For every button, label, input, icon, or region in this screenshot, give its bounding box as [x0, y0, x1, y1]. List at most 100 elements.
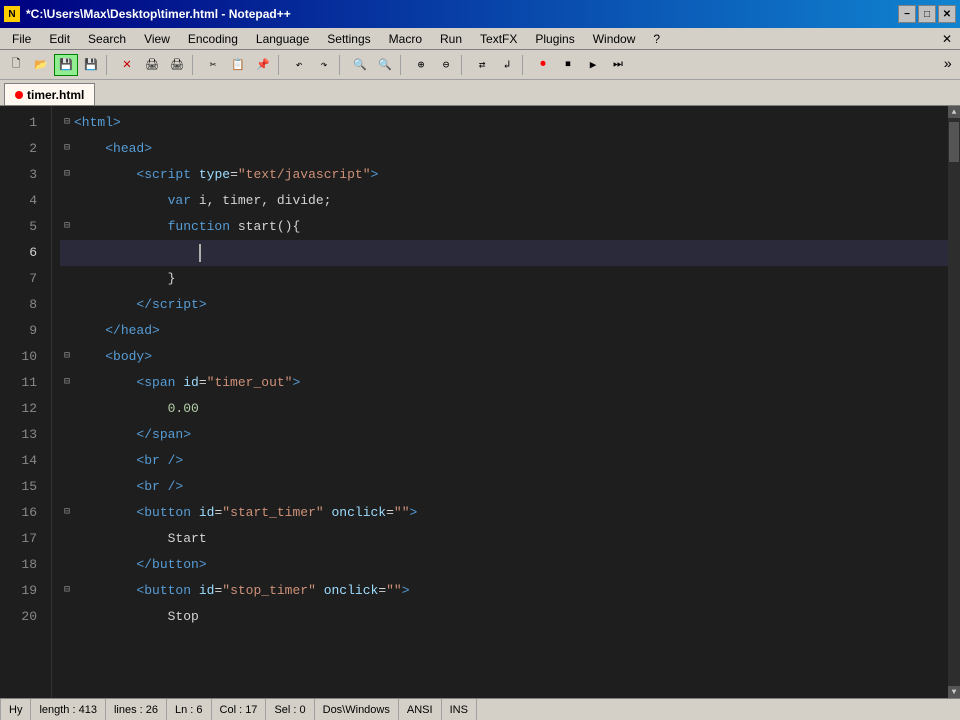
- menu-close-btn[interactable]: ✕: [942, 32, 956, 46]
- title-bar: N *C:\Users\Max\Desktop\timer.html - Not…: [0, 0, 960, 28]
- line-num-17: 17: [0, 526, 43, 552]
- code-line-18: </button>: [60, 552, 948, 578]
- toolbar-find[interactable]: 🔍: [348, 54, 372, 76]
- menu-edit[interactable]: Edit: [41, 30, 78, 48]
- toolbar: 🗋 📂 💾 💾 ✕ 🖨 🖨 ✂ 📋 📌 ↶ ↷ 🔍 🔍 ⊕ ⊖ ⇄ ↲ ⏺ ⏹ …: [0, 50, 960, 80]
- toolbar-sync-scroll[interactable]: ⇄: [470, 54, 494, 76]
- code-line-15: <br />: [60, 474, 948, 500]
- tab-timer-html[interactable]: timer.html: [4, 83, 95, 105]
- code-line-13: </span>: [60, 422, 948, 448]
- fold-10: ⊟: [60, 344, 74, 370]
- title-bar-controls: − □ ✕: [898, 5, 956, 23]
- line-num-14: 14: [0, 448, 43, 474]
- menu-macro[interactable]: Macro: [381, 30, 430, 48]
- line-num-15: 15: [0, 474, 43, 500]
- menu-language[interactable]: Language: [248, 30, 317, 48]
- code-line-19: ⊟ <button id="stop_timer" onclick="">: [60, 578, 948, 604]
- toolbar-close[interactable]: ✕: [115, 54, 139, 76]
- title-text: *C:\Users\Max\Desktop\timer.html - Notep…: [26, 7, 291, 21]
- code-line-11: ⊟ <span id="timer_out">: [60, 370, 948, 396]
- code-line-8: </script>: [60, 292, 948, 318]
- text-cursor: [199, 244, 201, 262]
- minimize-button[interactable]: −: [898, 5, 916, 23]
- line-num-5: 5: [0, 214, 43, 240]
- status-mode: INS: [442, 699, 477, 720]
- code-line-3: ⊟ <script type="text/javascript">: [60, 162, 948, 188]
- menu-settings[interactable]: Settings: [319, 30, 378, 48]
- toolbar-line-wrap[interactable]: ↲: [495, 54, 519, 76]
- menu-file[interactable]: File: [4, 30, 39, 48]
- scrollbar[interactable]: ▲ ▼: [948, 106, 960, 698]
- tab-label: timer.html: [27, 88, 84, 102]
- editor[interactable]: 1 2 3 4 5 6 7 8 9 10 11 12 13 14 15 16 1…: [0, 106, 960, 698]
- app-icon: N: [4, 6, 20, 22]
- line-num-4: 4: [0, 188, 43, 214]
- toolbar-copy[interactable]: 📋: [226, 54, 250, 76]
- fold-5: ⊟: [60, 214, 74, 240]
- code-line-6: [60, 240, 948, 266]
- toolbar-open[interactable]: 📂: [29, 54, 53, 76]
- toolbar-new[interactable]: 🗋: [4, 54, 28, 76]
- toolbar-find-replace[interactable]: 🔍: [373, 54, 397, 76]
- line-num-6: 6: [0, 240, 43, 266]
- toolbar-record-save[interactable]: ⏭: [606, 54, 630, 76]
- toolbar-undo[interactable]: ↶: [287, 54, 311, 76]
- menu-plugins[interactable]: Plugins: [527, 30, 582, 48]
- menu-window[interactable]: Window: [585, 30, 644, 48]
- toolbar-sep6: [461, 55, 467, 75]
- fold-14: [60, 448, 74, 474]
- menu-search[interactable]: Search: [80, 30, 134, 48]
- toolbar-save-all[interactable]: 💾: [79, 54, 103, 76]
- toolbar-save[interactable]: 💾: [54, 54, 78, 76]
- code-line-12: 0.00: [60, 396, 948, 422]
- code-area[interactable]: ⊟ <html> ⊟ <head> ⊟ <script type="text/j…: [52, 106, 948, 698]
- status-ln: Ln : 6: [167, 699, 212, 720]
- line-num-10: 10: [0, 344, 43, 370]
- toolbar-sep7: [522, 55, 528, 75]
- line-num-2: 2: [0, 136, 43, 162]
- scroll-up-arrow[interactable]: ▲: [948, 106, 960, 118]
- code-line-1: ⊟ <html>: [60, 110, 948, 136]
- line-num-20: 20: [0, 604, 43, 630]
- code-line-7: }: [60, 266, 948, 292]
- menu-help[interactable]: ?: [645, 30, 668, 48]
- menu-view[interactable]: View: [136, 30, 178, 48]
- close-button[interactable]: ✕: [938, 5, 956, 23]
- menu-textfx[interactable]: TextFX: [472, 30, 525, 48]
- status-col: Col : 17: [212, 699, 267, 720]
- scroll-down-arrow[interactable]: ▼: [948, 686, 960, 698]
- menu-encoding[interactable]: Encoding: [180, 30, 246, 48]
- fold-18: [60, 552, 74, 578]
- maximize-button[interactable]: □: [918, 5, 936, 23]
- line-num-12: 12: [0, 396, 43, 422]
- toolbar-zoom-in[interactable]: ⊕: [409, 54, 433, 76]
- toolbar-zoom-out[interactable]: ⊖: [434, 54, 458, 76]
- toolbar-record-stop[interactable]: ⏹: [556, 54, 580, 76]
- code-line-9: </head>: [60, 318, 948, 344]
- toolbar-paste[interactable]: 📌: [251, 54, 275, 76]
- toolbar-print[interactable]: 🖨: [140, 54, 164, 76]
- toolbar-print-now[interactable]: 🖨: [165, 54, 189, 76]
- toolbar-record-start[interactable]: ⏺: [531, 54, 555, 76]
- fold-19: ⊟: [60, 578, 74, 604]
- toolbar-extend[interactable]: »: [940, 57, 956, 73]
- line-num-3: 3: [0, 162, 43, 188]
- fold-2: ⊟: [60, 136, 74, 162]
- status-bar: Hy length : 413 lines : 26 Ln : 6 Col : …: [0, 698, 960, 720]
- title-bar-left: N *C:\Users\Max\Desktop\timer.html - Not…: [4, 6, 291, 22]
- line-numbers: 1 2 3 4 5 6 7 8 9 10 11 12 13 14 15 16 1…: [0, 106, 52, 698]
- code-line-4: var i, timer, divide;: [60, 188, 948, 214]
- code-line-10: ⊟ <body>: [60, 344, 948, 370]
- fold-15: [60, 474, 74, 500]
- scroll-track[interactable]: [948, 118, 960, 686]
- line-num-11: 11: [0, 370, 43, 396]
- toolbar-record-play[interactable]: ▶: [581, 54, 605, 76]
- scroll-thumb[interactable]: [949, 122, 959, 162]
- toolbar-sep3: [278, 55, 284, 75]
- status-encoding: ANSI: [399, 699, 442, 720]
- code-line-16: ⊟ <button id="start_timer" onclick="">: [60, 500, 948, 526]
- toolbar-redo[interactable]: ↷: [312, 54, 336, 76]
- menu-run[interactable]: Run: [432, 30, 470, 48]
- toolbar-cut[interactable]: ✂: [201, 54, 225, 76]
- tab-bar: timer.html: [0, 80, 960, 106]
